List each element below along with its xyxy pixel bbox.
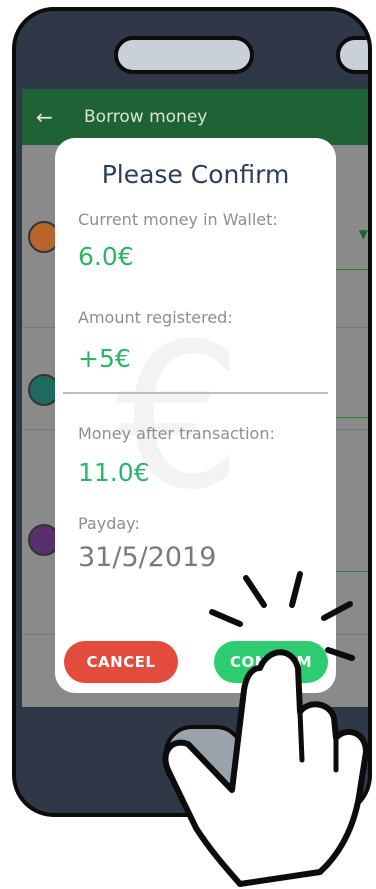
arrow-left-icon[interactable]: ←: [36, 105, 62, 129]
amount-value: +5€: [78, 344, 131, 373]
current-money-value: 6.0€: [78, 242, 134, 271]
dropdown-arrow-icon: ▼: [358, 227, 368, 241]
field-underline: [336, 417, 368, 418]
front-camera: [336, 36, 368, 74]
after-transaction-label: Money after transaction:: [78, 424, 275, 443]
payday-label: Payday:: [78, 514, 140, 533]
after-transaction-value: 11.0€: [78, 458, 150, 487]
select-underline: [336, 269, 368, 270]
dialog-divider: [63, 392, 328, 394]
amount-label: Amount registered:: [78, 308, 233, 327]
cancel-button[interactable]: CANCEL: [64, 641, 178, 683]
field-underline: [336, 571, 368, 572]
app-bar: ← Borrow money: [22, 89, 368, 145]
euro-watermark-icon: €: [115, 301, 243, 534]
app-bar-title: Borrow money: [84, 107, 208, 127]
speaker-grille: [114, 36, 254, 74]
confirm-dialog: € Please Confirm Current money in Wallet…: [55, 138, 336, 693]
current-money-label: Current money in Wallet:: [78, 210, 278, 229]
dialog-title: Please Confirm: [101, 160, 290, 189]
home-button: [164, 725, 244, 791]
confirm-button[interactable]: CONFIRM: [214, 641, 328, 683]
payday-value: 31/5/2019: [78, 542, 217, 573]
